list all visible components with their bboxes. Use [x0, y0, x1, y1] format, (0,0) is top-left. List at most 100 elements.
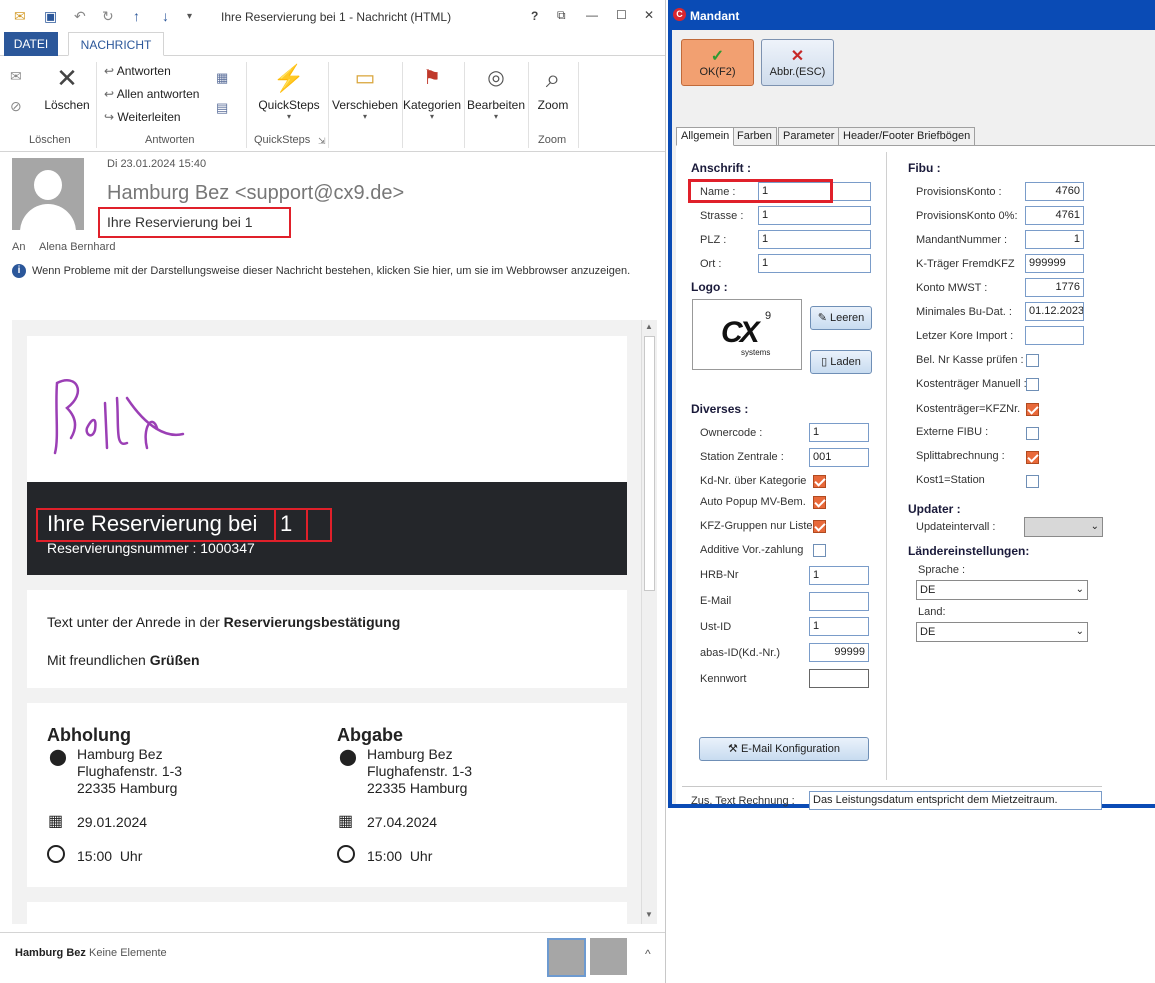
undo-icon[interactable]: ↶: [74, 8, 86, 25]
chevron-up-icon[interactable]: ^: [645, 947, 651, 961]
message-scrollbar[interactable]: ▲ ▼: [641, 320, 657, 924]
more-respond-icon[interactable]: ▤: [216, 100, 228, 116]
tab-parameter[interactable]: Parameter: [778, 127, 840, 145]
plz-label: PLZ :: [700, 234, 727, 246]
group-loeschen-label: Löschen: [29, 134, 71, 146]
redo-icon[interactable]: ↻: [102, 8, 114, 25]
help-button[interactable]: ?: [531, 9, 538, 23]
recipient-name[interactable]: Alena Bernhard: [39, 241, 115, 253]
ort-label: Ort :: [700, 258, 722, 270]
tab-header-footer[interactable]: Header/Footer Briefbögen: [838, 127, 976, 145]
sender-name[interactable]: Hamburg Bez <support@cx9.de>: [107, 182, 404, 205]
plz-field[interactable]: 1: [758, 230, 871, 249]
abas-field[interactable]: 99999: [809, 643, 869, 662]
tab-datei[interactable]: DATEI: [4, 32, 58, 56]
ribbon-separator: [464, 62, 465, 148]
categorize-button[interactable]: ⚑ Kategorien ▾: [402, 62, 462, 121]
ribbon-separator: [246, 62, 247, 148]
close-button[interactable]: ✕: [644, 8, 654, 22]
mandnr-label: MandantNummer :: [916, 234, 1008, 246]
ribbon-display-button[interactable]: ⧉: [557, 8, 566, 23]
person-avatar[interactable]: [590, 938, 627, 975]
editing-button[interactable]: ◎ Bearbeiten ▾: [466, 62, 526, 121]
section-laender: Ländereinstellungen:: [908, 544, 1030, 558]
tab-farben[interactable]: Farben: [732, 127, 777, 145]
highlight-box: [274, 508, 308, 542]
info-bar[interactable]: Wenn Probleme mit der Darstellungsweise …: [32, 264, 632, 279]
mwst-field[interactable]: 1776: [1025, 278, 1084, 297]
reply-button[interactable]: ↩ Antworten: [104, 64, 171, 78]
title-bar: ✉ ▣ ↶ ↻ ↑ ↓ ▾ Ihre Reservierung bei 1 - …: [0, 0, 665, 32]
dialog-launcher-icon[interactable]: ⇲: [318, 136, 326, 147]
popup-label: Auto Popup MV-Bem.: [700, 496, 806, 508]
sprache-select[interactable]: DE ⌄: [916, 580, 1088, 600]
split-checkbox[interactable]: [1026, 451, 1039, 464]
ktman-checkbox[interactable]: [1026, 378, 1039, 391]
scroll-thumb[interactable]: [644, 336, 655, 591]
arrow-up-icon[interactable]: ↑: [133, 8, 140, 24]
ktkfz-checkbox[interactable]: [1026, 403, 1039, 416]
dropoff-city: 22335 Hamburg: [367, 780, 468, 796]
cancel-label: Abbr.(ESC): [769, 66, 826, 78]
location-pin-icon: ⬤: [49, 749, 67, 766]
hrb-field[interactable]: 1: [809, 566, 869, 585]
delete-button[interactable]: ✕ Löschen: [42, 62, 92, 112]
zus-text-field[interactable]: Das Leistungsdatum entspricht dem Mietze…: [809, 791, 1102, 810]
binoculars-icon: ◎: [487, 67, 505, 89]
ok-button[interactable]: ✓ OK(F2): [681, 39, 754, 86]
zoom-button[interactable]: ⌕ Zoom: [532, 62, 574, 112]
kore-field[interactable]: [1025, 326, 1084, 345]
chevron-down-icon: ▾: [362, 112, 367, 121]
quicksteps-button[interactable]: ⚡ QuickSteps ▾: [256, 62, 322, 121]
kfz-checkbox[interactable]: [813, 520, 826, 533]
to-label: An: [12, 241, 26, 253]
provision0-field[interactable]: 4761: [1025, 206, 1084, 225]
maximize-button[interactable]: ☐: [616, 8, 627, 22]
email-config-button[interactable]: ⚒ E-Mail Konfiguration: [699, 737, 869, 761]
tab-allgemein[interactable]: Allgemein: [676, 127, 735, 146]
ustid-field[interactable]: 1: [809, 617, 869, 636]
save-icon[interactable]: ▣: [44, 8, 57, 25]
ownercode-field[interactable]: 1: [809, 423, 869, 442]
scroll-down-icon[interactable]: ▼: [645, 910, 653, 919]
extfibu-checkbox[interactable]: [1026, 427, 1039, 440]
reply-all-button[interactable]: ↩ Allen antworten: [104, 87, 199, 101]
kost1-checkbox[interactable]: [1026, 475, 1039, 488]
ort-field[interactable]: 1: [758, 254, 871, 273]
station-field[interactable]: 001: [809, 448, 869, 467]
arrow-down-icon[interactable]: ↓: [162, 8, 169, 24]
land-select[interactable]: DE ⌄: [916, 622, 1088, 642]
provision0-label: ProvisionsKonto 0%:: [916, 210, 1018, 222]
laden-button[interactable]: ▯ Laden: [810, 350, 872, 374]
meeting-icon[interactable]: ▦: [216, 70, 228, 86]
kdnr-checkbox[interactable]: [813, 475, 826, 488]
junk-icon[interactable]: ⊘: [10, 98, 22, 115]
budat-label: Minimales Bu-Dat. :: [916, 306, 1012, 318]
interval-select[interactable]: ⌄: [1024, 517, 1103, 537]
provision-field[interactable]: 4760: [1025, 182, 1084, 201]
popup-checkbox[interactable]: [813, 496, 826, 509]
ktraeger-field[interactable]: 999999: [1025, 254, 1084, 273]
email-field[interactable]: [809, 592, 869, 611]
person-avatar[interactable]: [547, 938, 586, 977]
tab-nachricht[interactable]: NACHRICHT: [68, 32, 164, 56]
ignore-icon[interactable]: ✉: [10, 68, 22, 85]
mandnr-field[interactable]: 1: [1025, 230, 1084, 249]
ktkfz-label: Kostenträger=KFZNr.: [916, 403, 1021, 415]
sprache-label: Sprache :: [918, 564, 966, 576]
tools-icon: ⚒: [728, 743, 738, 755]
additive-checkbox[interactable]: [813, 544, 826, 557]
forward-button[interactable]: ↪ Weiterleiten: [104, 110, 181, 124]
customize-dropdown-icon[interactable]: ▾: [187, 11, 192, 22]
strasse-field[interactable]: 1: [758, 206, 871, 225]
move-button[interactable]: ▭ Verschieben ▾: [332, 62, 398, 121]
signature-card: [27, 336, 627, 482]
leeren-button[interactable]: ✎ Leeren: [810, 306, 872, 330]
mandant-window: C Mandant ✓ OK(F2) ✕ Abbr.(ESC) Allgemei…: [668, 0, 1155, 810]
budat-field[interactable]: 01.12.2023: [1025, 302, 1084, 321]
cancel-button[interactable]: ✕ Abbr.(ESC): [761, 39, 834, 86]
minimize-button[interactable]: —: [586, 8, 598, 22]
scroll-up-icon[interactable]: ▲: [645, 322, 653, 331]
belnr-checkbox[interactable]: [1026, 354, 1039, 367]
kennwort-field[interactable]: [809, 669, 869, 688]
